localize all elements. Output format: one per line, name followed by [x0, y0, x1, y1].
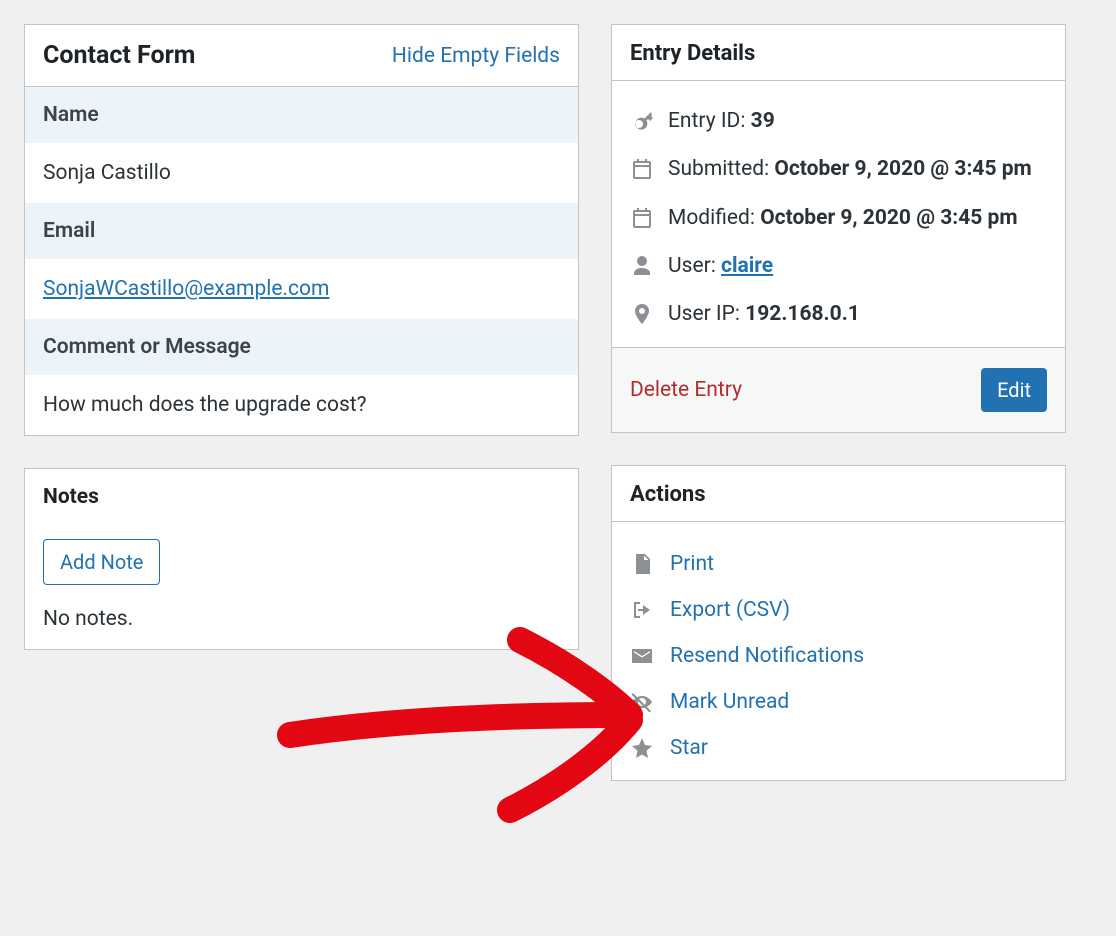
actions-title: Actions	[612, 466, 1065, 522]
contact-form-header: Contact Form Hide Empty Fields	[25, 25, 578, 87]
hide-empty-fields-link[interactable]: Hide Empty Fields	[392, 44, 560, 68]
email-link[interactable]: SonjaWCastillo@example.com	[43, 277, 329, 301]
action-mark-unread-label: Mark Unread	[670, 690, 789, 714]
user-ip-row: User IP: 192.168.0.1	[630, 300, 1047, 328]
action-export-csv[interactable]: Export (CSV)	[630, 598, 1047, 622]
action-export-label: Export (CSV)	[670, 598, 790, 622]
entry-id-value: 39	[751, 109, 775, 133]
action-mark-unread[interactable]: Mark Unread	[630, 690, 1047, 714]
notes-panel: Notes Add Note No notes.	[24, 468, 579, 650]
action-resend-notifications[interactable]: Resend Notifications	[630, 644, 1047, 668]
entry-id-label: Entry ID:	[668, 109, 751, 133]
modified-row: Modified: October 9, 2020 @ 3:45 pm	[630, 204, 1047, 232]
user-row: User: claire	[630, 252, 1047, 280]
notes-title: Notes	[25, 469, 578, 521]
location-icon	[630, 302, 656, 326]
delete-entry-link[interactable]: Delete Entry	[630, 378, 742, 402]
eye-slash-icon	[630, 690, 656, 714]
action-print-label: Print	[670, 552, 714, 576]
submitted-label: Submitted:	[668, 157, 774, 181]
envelope-icon	[630, 644, 656, 668]
edit-button[interactable]: Edit	[981, 368, 1047, 412]
entry-details-title: Entry Details	[612, 25, 1065, 81]
calendar-icon	[630, 157, 656, 181]
entry-id-row: Entry ID: 39	[630, 107, 1047, 135]
entry-details-panel: Entry Details Entry ID: 39 Submitted:	[611, 24, 1066, 433]
action-star-label: Star	[670, 736, 708, 760]
field-value-email: SonjaWCastillo@example.com	[25, 259, 578, 319]
document-icon	[630, 552, 656, 576]
export-icon	[630, 598, 656, 622]
field-label-comment: Comment or Message	[25, 319, 578, 375]
actions-panel: Actions Print Export (CSV)	[611, 465, 1066, 781]
field-label-email: Email	[25, 203, 578, 259]
user-ip-label: User IP:	[668, 302, 745, 326]
action-star[interactable]: Star	[630, 736, 1047, 760]
contact-form-panel: Contact Form Hide Empty Fields Name Sonj…	[24, 24, 579, 436]
entry-details-footer: Delete Entry Edit	[612, 347, 1065, 432]
field-value-name: Sonja Castillo	[25, 143, 578, 203]
contact-form-title: Contact Form	[43, 41, 195, 70]
key-icon	[630, 109, 656, 133]
user-label: User:	[668, 254, 721, 278]
modified-value: October 9, 2020 @ 3:45 pm	[760, 206, 1017, 230]
submitted-value: October 9, 2020 @ 3:45 pm	[774, 157, 1031, 181]
field-label-name: Name	[25, 87, 578, 143]
user-link[interactable]: claire	[721, 254, 773, 278]
field-value-comment: How much does the upgrade cost?	[25, 375, 578, 435]
user-ip-value: 192.168.0.1	[745, 302, 860, 326]
no-notes-text: No notes.	[43, 607, 560, 631]
action-resend-label: Resend Notifications	[670, 644, 864, 668]
action-print[interactable]: Print	[630, 552, 1047, 576]
calendar-icon	[630, 206, 656, 230]
modified-label: Modified:	[668, 206, 760, 230]
user-icon	[630, 254, 656, 278]
submitted-row: Submitted: October 9, 2020 @ 3:45 pm	[630, 155, 1047, 183]
star-icon	[630, 736, 656, 760]
add-note-button[interactable]: Add Note	[43, 539, 160, 585]
